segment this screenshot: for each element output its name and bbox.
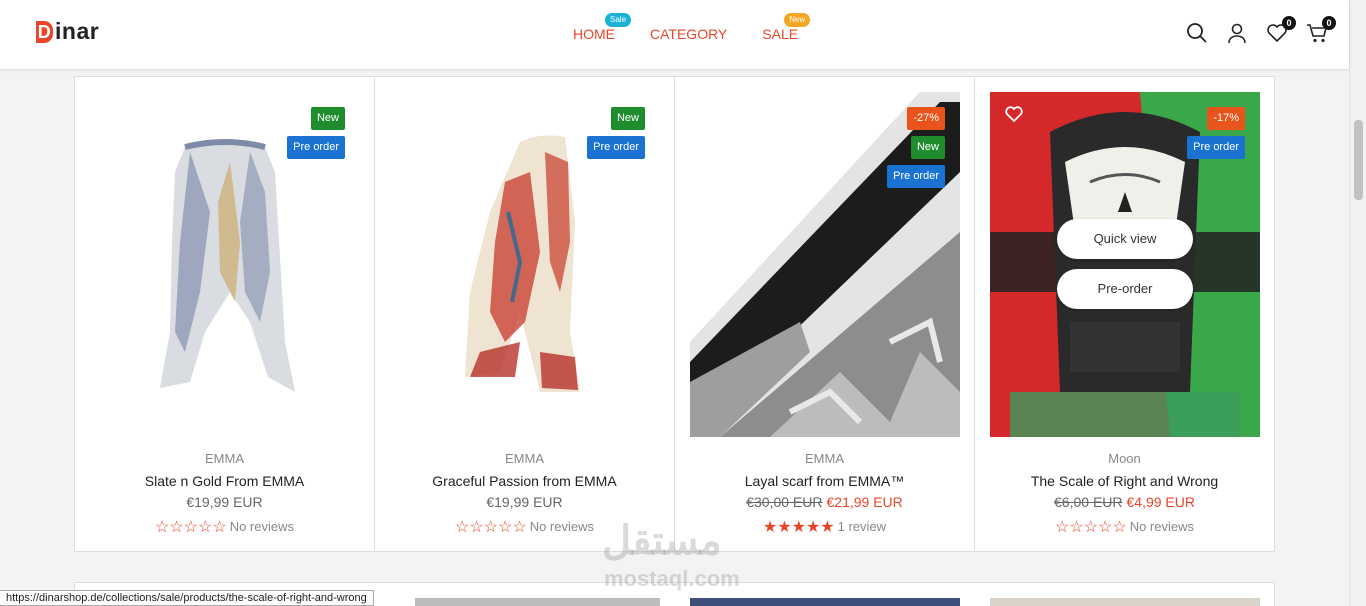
product-card[interactable]: New Pre order EMMA Graceful Passion from… <box>375 77 675 551</box>
label-new: New <box>610 107 645 130</box>
label-pre-order: Pre order <box>1187 136 1245 159</box>
rating-stars: ☆☆☆☆☆ <box>1054 519 1127 536</box>
label-pre-order: Pre order <box>587 136 645 159</box>
product-image[interactable] <box>690 598 960 606</box>
review-count: No reviews <box>529 519 594 534</box>
product-image[interactable]: -17% Pre order Quick view Pre-order <box>990 92 1260 437</box>
cart-icon[interactable]: 0 <box>1306 16 1336 44</box>
label-pre-order: Pre order <box>887 165 945 188</box>
nav-home[interactable]: HOME Sale <box>573 13 632 42</box>
product-rating: ☆☆☆☆☆ No reviews <box>75 517 374 537</box>
product-image[interactable]: New Pre order <box>390 92 660 437</box>
wishlist-icon[interactable]: 0 <box>1266 16 1296 44</box>
product-title[interactable]: Layal scarf from EMMA™ <box>675 473 974 489</box>
compare-price: €6,00 EUR <box>1054 494 1123 510</box>
scrollbar-thumb[interactable] <box>1354 120 1363 200</box>
rating-stars: ★★★★★ <box>762 519 835 536</box>
product-image[interactable] <box>415 598 660 606</box>
search-icon[interactable] <box>1186 22 1208 44</box>
logo-mark: D <box>36 20 53 43</box>
product-vendor[interactable]: EMMA <box>675 451 974 466</box>
sale-price: €21,99 EUR <box>826 494 903 510</box>
nav-sale-label: SALE <box>762 26 799 42</box>
nav-sale[interactable]: SALE New <box>762 13 811 42</box>
label-new: New <box>910 136 945 159</box>
rating-stars: ☆☆☆☆☆ <box>154 519 227 536</box>
label-new: New <box>310 107 345 130</box>
nav-home-label: HOME <box>573 26 615 42</box>
logo-text: inar <box>55 18 100 44</box>
rating-stars: ☆☆☆☆☆ <box>454 519 527 536</box>
product-image[interactable]: -27% New Pre order <box>690 92 960 437</box>
nav-home-tag: Sale <box>605 13 632 27</box>
product-price: €19,99 EUR <box>75 494 374 510</box>
compare-price: €30,00 EUR <box>746 494 823 510</box>
review-count: No reviews <box>1129 519 1194 534</box>
product-price: €6,00 EUR €4,99 EUR <box>975 494 1274 510</box>
product-title[interactable]: The Scale of Right and Wrong <box>975 473 1274 489</box>
nav-category[interactable]: CATEGORY <box>650 26 727 42</box>
product-card[interactable]: New Pre order EMMA Slate n Gold From EMM… <box>75 77 375 551</box>
pre-order-button[interactable]: Pre-order <box>1057 269 1193 309</box>
logo[interactable]: D inar <box>36 18 99 45</box>
page-scrollbar[interactable] <box>1349 0 1366 606</box>
product-vendor[interactable]: Moon <box>975 451 1274 466</box>
product-image[interactable]: New Pre order <box>90 92 360 437</box>
product-vendor[interactable]: EMMA <box>375 451 674 466</box>
price-value: €19,99 EUR <box>486 494 563 510</box>
wishlist-heart-icon[interactable] <box>1004 104 1024 124</box>
price-value: €19,99 EUR <box>186 494 263 510</box>
site-header: D inar HOME Sale CATEGORY SALE New 0 0 <box>0 0 1349 69</box>
product-grid: New Pre order EMMA Slate n Gold From EMM… <box>74 76 1275 552</box>
product-card[interactable]: -27% New Pre order EMMA Layal scarf from… <box>675 77 975 551</box>
review-count: 1 review <box>837 519 887 534</box>
product-title[interactable]: Slate n Gold From EMMA <box>75 473 374 489</box>
product-rating: ☆☆☆☆☆ No reviews <box>975 517 1274 537</box>
product-card[interactable]: -17% Pre order Quick view Pre-order Moon… <box>975 77 1274 551</box>
browser-status-bar: https://dinarshop.de/collections/sale/pr… <box>0 590 374 606</box>
product-image[interactable] <box>990 598 1260 606</box>
label-discount: -17% <box>1207 107 1245 130</box>
cart-count: 0 <box>1322 16 1336 30</box>
watermark-arabic: مستقل <box>602 519 722 563</box>
label-pre-order: Pre order <box>287 136 345 159</box>
product-title[interactable]: Graceful Passion from EMMA <box>375 473 674 489</box>
quick-view-button[interactable]: Quick view <box>1057 219 1193 259</box>
product-price: €19,99 EUR <box>375 494 674 510</box>
main-nav: HOME Sale CATEGORY SALE New <box>573 13 811 42</box>
review-count: No reviews <box>229 519 294 534</box>
nav-sale-tag: New <box>784 13 811 27</box>
account-icon[interactable] <box>1226 22 1248 44</box>
nav-category-label: CATEGORY <box>650 26 728 42</box>
product-price: €30,00 EUR €21,99 EUR <box>675 494 974 510</box>
wishlist-count: 0 <box>1282 16 1296 30</box>
product-vendor[interactable]: EMMA <box>75 451 374 466</box>
watermark-latin: mostaql.com <box>604 566 740 591</box>
label-discount: -27% <box>907 107 945 130</box>
header-icons: 0 0 <box>1186 16 1336 44</box>
sale-price: €4,99 EUR <box>1126 494 1195 510</box>
